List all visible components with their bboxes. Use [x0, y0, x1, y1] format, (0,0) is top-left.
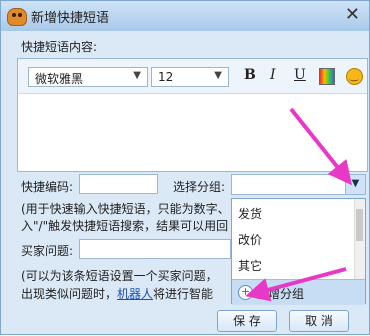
chevron-down-icon: ▼: [133, 70, 141, 81]
cancel-button[interactable]: 取 消: [289, 310, 349, 332]
hint-text-b: 将进行智能: [153, 287, 214, 301]
font-size-select[interactable]: 12 ▼: [151, 67, 229, 87]
new-phrase-dialog: 新增快捷短语 ✕ 快捷短语内容: 微软雅黑 ▼ 12 ▼ B I U 快捷编码:…: [0, 0, 370, 335]
code-label: 快捷编码:: [21, 180, 74, 194]
question-hint-line1: (可以为该条短语设置一个买家问题，: [21, 269, 218, 283]
code-hint-line1: (用于快速输入快捷短语，只能为数字、: [21, 202, 230, 216]
emoji-icon[interactable]: [346, 68, 363, 85]
question-label: 买家问题:: [21, 244, 74, 258]
group-label: 选择分组:: [173, 180, 226, 194]
new-group-item[interactable]: + 新增分组: [232, 279, 365, 305]
group-option[interactable]: 改价: [238, 231, 262, 248]
group-option[interactable]: 发货: [238, 205, 262, 222]
group-select[interactable]: ▼: [231, 174, 366, 195]
group-option[interactable]: 其它: [238, 257, 262, 274]
underline-button[interactable]: U: [294, 67, 306, 83]
question-input[interactable]: [79, 239, 231, 259]
new-group-label: 新增分组: [256, 287, 305, 301]
window-title: 新增快捷短语: [31, 11, 110, 26]
chevron-down-icon: ▼: [214, 70, 222, 81]
save-button[interactable]: 保 存: [217, 310, 277, 332]
app-logo-icon: [7, 8, 27, 26]
font-family-select[interactable]: 微软雅黑 ▼: [28, 67, 148, 87]
bold-button[interactable]: B: [244, 67, 256, 83]
font-size-value: 12: [158, 70, 174, 84]
font-color-icon[interactable]: [319, 68, 335, 85]
close-icon[interactable]: ✕: [345, 4, 360, 25]
font-family-value: 微软雅黑: [35, 72, 84, 86]
content-label: 快捷短语内容:: [21, 40, 98, 54]
robot-link[interactable]: 机器人: [117, 287, 153, 301]
title-bar: 新增快捷短语 ✕: [1, 1, 369, 31]
question-hint-line2: 出现类似问题时，机器人将进行智能: [21, 285, 213, 302]
code-input[interactable]: [79, 174, 158, 194]
dropdown-scrollbar[interactable]: [354, 199, 365, 279]
format-toolbar: 微软雅黑 ▼ 12 ▼ B I U: [18, 59, 367, 94]
scrollbar-thumb[interactable]: [356, 209, 363, 241]
chevron-down-icon[interactable]: ▼: [345, 175, 365, 194]
code-hint-line2: 入"/"触发快捷短语搜索，结果可以用回: [21, 219, 229, 233]
hint-text-a: 出现类似问题时，: [21, 287, 118, 301]
group-dropdown-list: 发货 改价 其它 + 新增分组: [231, 198, 366, 305]
plus-icon: +: [238, 285, 253, 300]
phrase-editor[interactable]: 微软雅黑 ▼ 12 ▼ B I U: [17, 58, 368, 172]
italic-button[interactable]: I: [270, 67, 276, 83]
